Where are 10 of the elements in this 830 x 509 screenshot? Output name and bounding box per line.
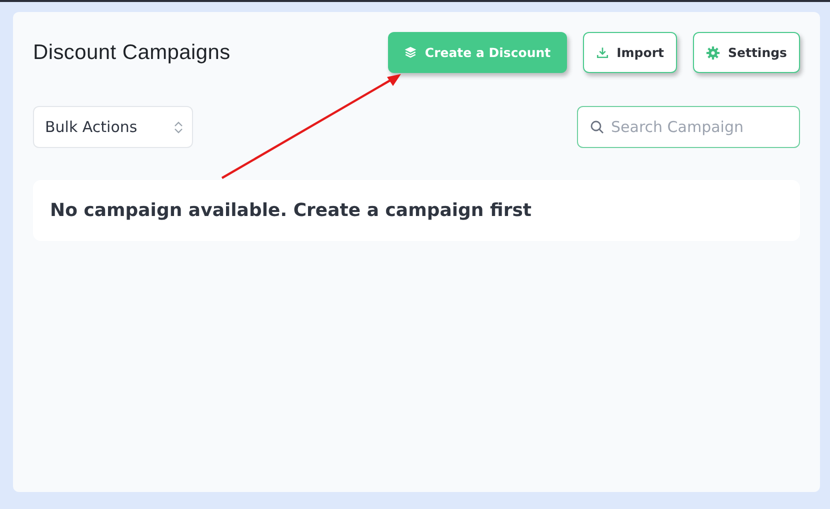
layers-icon <box>404 46 417 59</box>
chevron-icon <box>174 120 183 134</box>
bulk-actions-select[interactable]: Bulk Actions <box>33 106 193 148</box>
search-field[interactable]: Search Campaign <box>577 106 800 148</box>
gear-icon <box>706 46 720 60</box>
page-title: Discount Campaigns <box>33 40 230 64</box>
empty-message: No campaign available. Create a campaign first <box>50 200 532 221</box>
download-icon <box>596 46 609 59</box>
import-button[interactable]: Import <box>582 32 677 73</box>
settings-button[interactable]: Settings <box>692 32 800 73</box>
